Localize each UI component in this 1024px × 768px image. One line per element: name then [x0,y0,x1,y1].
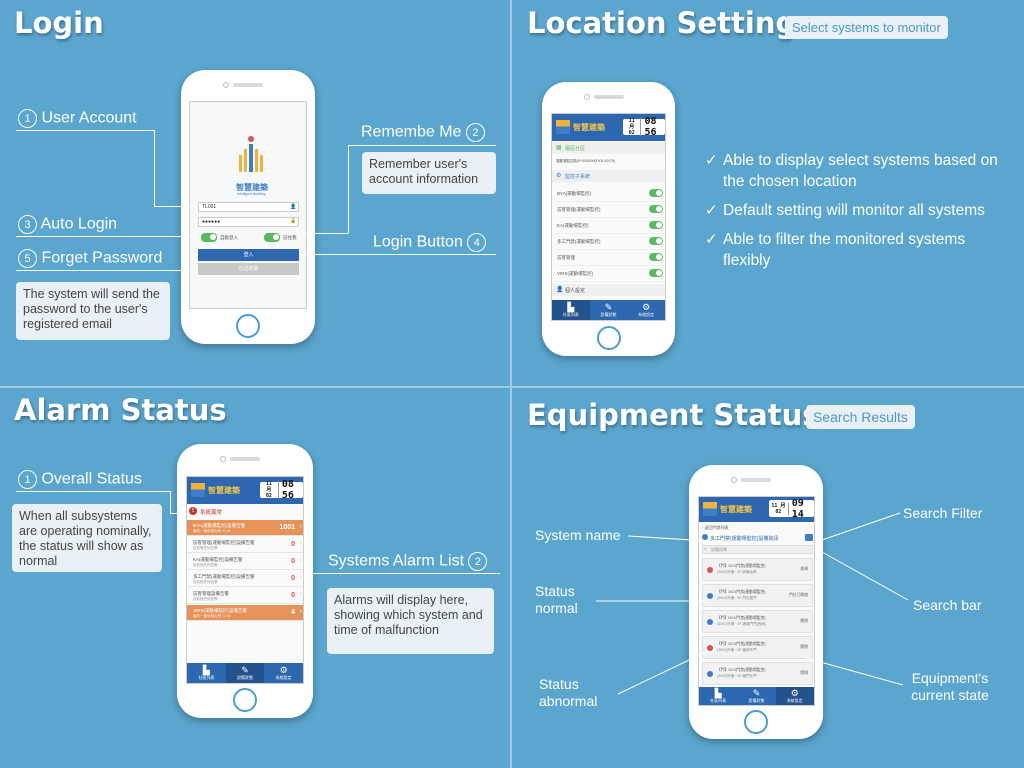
equipment-connector-lines [596,512,909,695]
